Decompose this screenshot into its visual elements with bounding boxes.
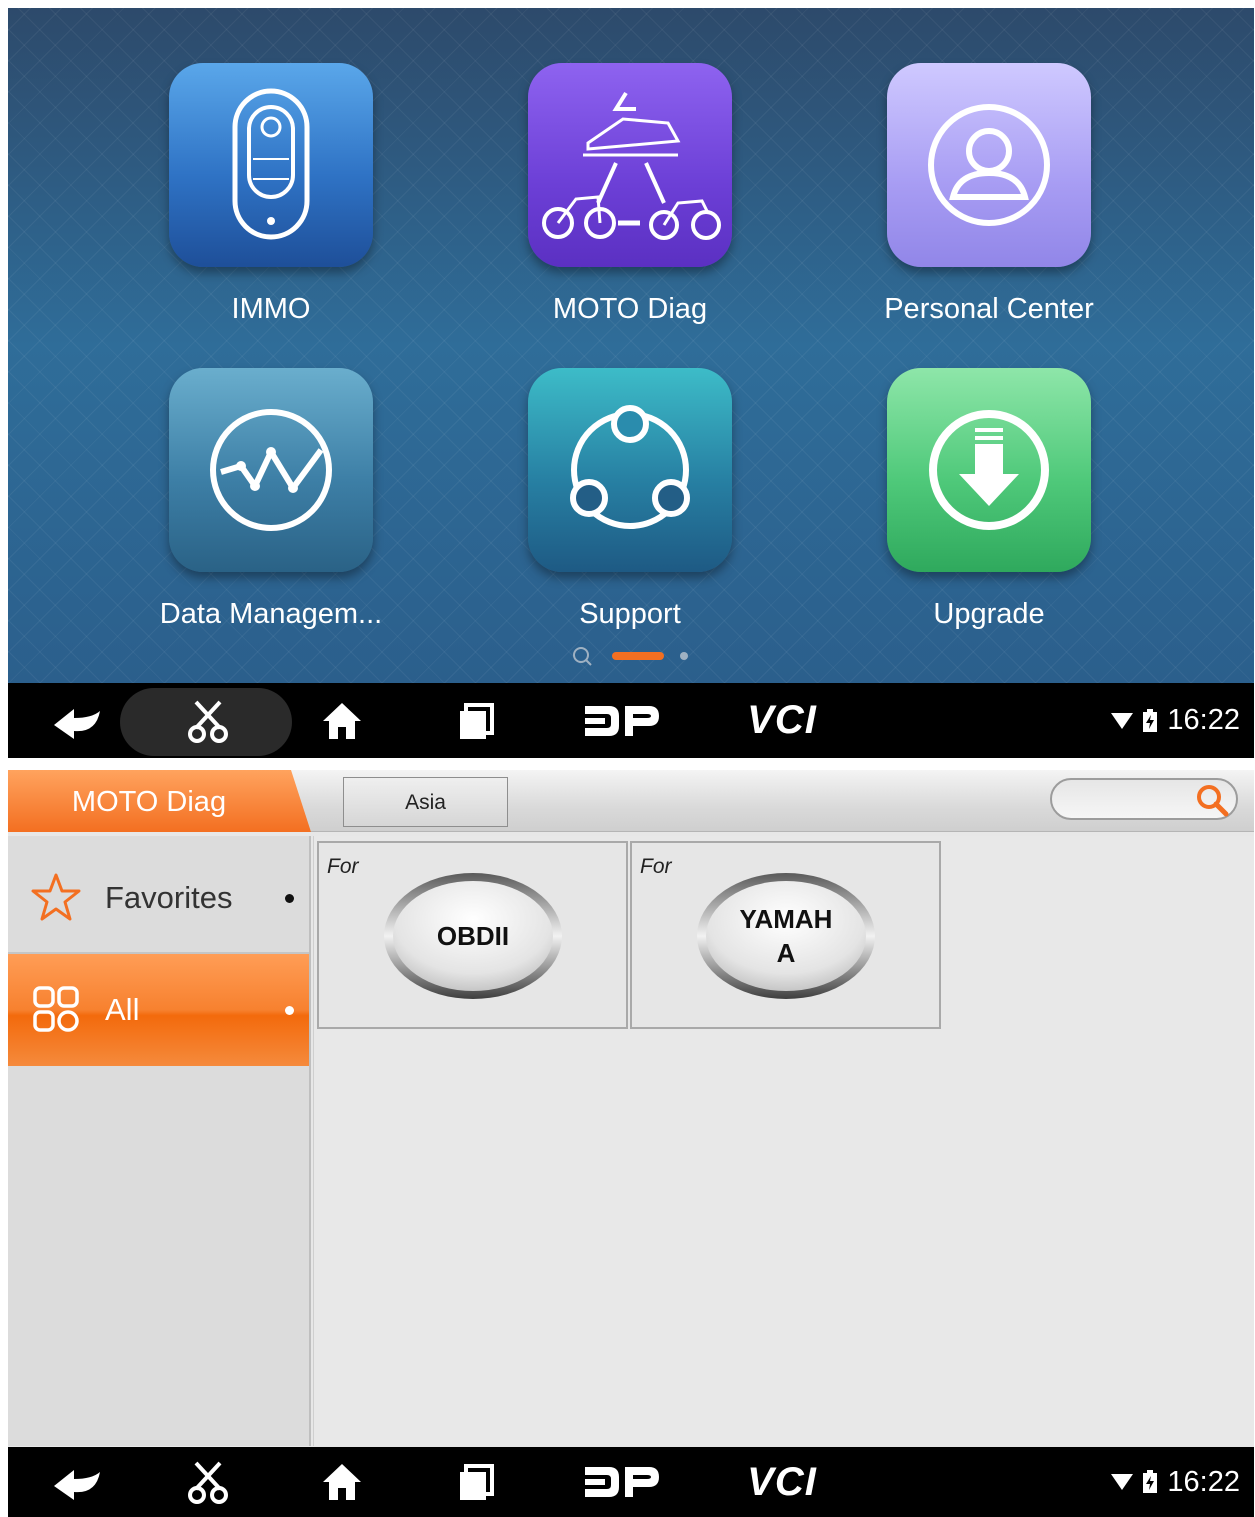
bullet (285, 894, 294, 903)
status-area: 16:22 (1111, 1447, 1240, 1517)
sidebar-item-label: Favorites (105, 880, 233, 915)
dp-logo-icon[interactable] (582, 1447, 662, 1517)
wifi-icon (1111, 712, 1134, 729)
vehicle-grid: For OBDII For YAMAH A (313, 836, 1254, 1446)
app-label: MOTO Diag (552, 293, 708, 325)
bullet (285, 1006, 294, 1015)
app-personal-center[interactable]: Personal Center (839, 63, 1139, 326)
app-immo[interactable]: IMMO (121, 63, 421, 326)
star-icon (31, 873, 81, 921)
back-icon[interactable] (44, 683, 108, 758)
back-icon[interactable] (44, 1447, 108, 1517)
sidebar: Favorites All (8, 836, 311, 1446)
moto-diag-screen: MOTO Diag Asia Favorites All For OBDII F… (8, 770, 1254, 1517)
item-prefix: For (640, 855, 672, 878)
vci-label: VCI (747, 698, 817, 742)
home-screen: IMMO MOTO Diag Personal Center Data Mana… (8, 8, 1254, 758)
app-label: Upgrade (933, 598, 1045, 630)
yamaha-button[interactable]: YAMAH A (695, 871, 877, 1001)
clock: 16:22 (1167, 1465, 1240, 1498)
item-label: YAMAH A (739, 904, 833, 968)
chart-circle-icon (169, 368, 373, 572)
share-nodes-icon (528, 368, 732, 572)
vci-icon[interactable]: VCI (734, 683, 830, 758)
grid-icon (33, 986, 79, 1032)
wifi-icon (1111, 1474, 1134, 1490)
item-obdii[interactable]: For OBDII (317, 841, 628, 1029)
home-icon[interactable] (314, 1447, 370, 1517)
screenshot-scissors-icon[interactable] (178, 1447, 238, 1517)
vci-label: VCI (747, 1459, 817, 1504)
app-support[interactable]: Support (480, 368, 780, 631)
page-indicator (572, 646, 702, 666)
sidebar-item-favorites[interactable]: Favorites (8, 842, 309, 954)
home-icon[interactable] (314, 683, 370, 758)
app-upgrade[interactable]: Upgrade (839, 368, 1139, 631)
recent-apps-icon[interactable] (448, 683, 504, 758)
app-data-management[interactable]: Data Managem... (121, 368, 421, 631)
top-bar: MOTO Diag Asia (8, 770, 1254, 832)
app-moto-diag[interactable]: MOTO Diag (480, 63, 780, 326)
item-label: OBDII (436, 921, 510, 951)
app-label: Data Managem... (159, 598, 383, 630)
tab-asia[interactable]: Asia (343, 777, 508, 827)
system-navbar: VCI 16:22 (8, 683, 1254, 758)
item-prefix: For (327, 855, 359, 878)
breadcrumb[interactable]: MOTO Diag (8, 770, 313, 832)
app-label: IMMO (231, 293, 311, 325)
download-circle-icon (887, 368, 1091, 572)
search-icon[interactable] (1194, 782, 1230, 818)
search-page-icon[interactable] (572, 646, 592, 666)
battery-icon (1143, 708, 1158, 732)
search-input[interactable] (1050, 778, 1238, 820)
key-fob-icon (169, 63, 373, 267)
item-yamaha[interactable]: For YAMAH A (630, 841, 941, 1029)
obdii-button[interactable]: OBDII (382, 871, 564, 1001)
user-circle-icon (887, 63, 1091, 267)
vehicles-triangle-icon (528, 63, 732, 267)
system-navbar: VCI 16:22 (8, 1447, 1254, 1517)
page-indicator-dot[interactable] (680, 652, 688, 660)
app-label: Support (579, 598, 681, 630)
sidebar-item-label: All (105, 992, 140, 1027)
status-area: 16:22 (1111, 683, 1240, 758)
battery-icon (1143, 1470, 1158, 1493)
recent-apps-icon[interactable] (448, 1447, 504, 1517)
clock: 16:22 (1167, 704, 1240, 736)
sidebar-item-all[interactable]: All (8, 954, 309, 1066)
page-indicator-active[interactable] (612, 652, 664, 660)
vci-icon[interactable]: VCI (734, 1447, 830, 1517)
screenshot-scissors-icon[interactable] (178, 683, 238, 758)
dp-logo-icon[interactable] (582, 683, 662, 758)
app-label: Personal Center (884, 293, 1094, 325)
breadcrumb-title: MOTO Diag (71, 786, 227, 818)
